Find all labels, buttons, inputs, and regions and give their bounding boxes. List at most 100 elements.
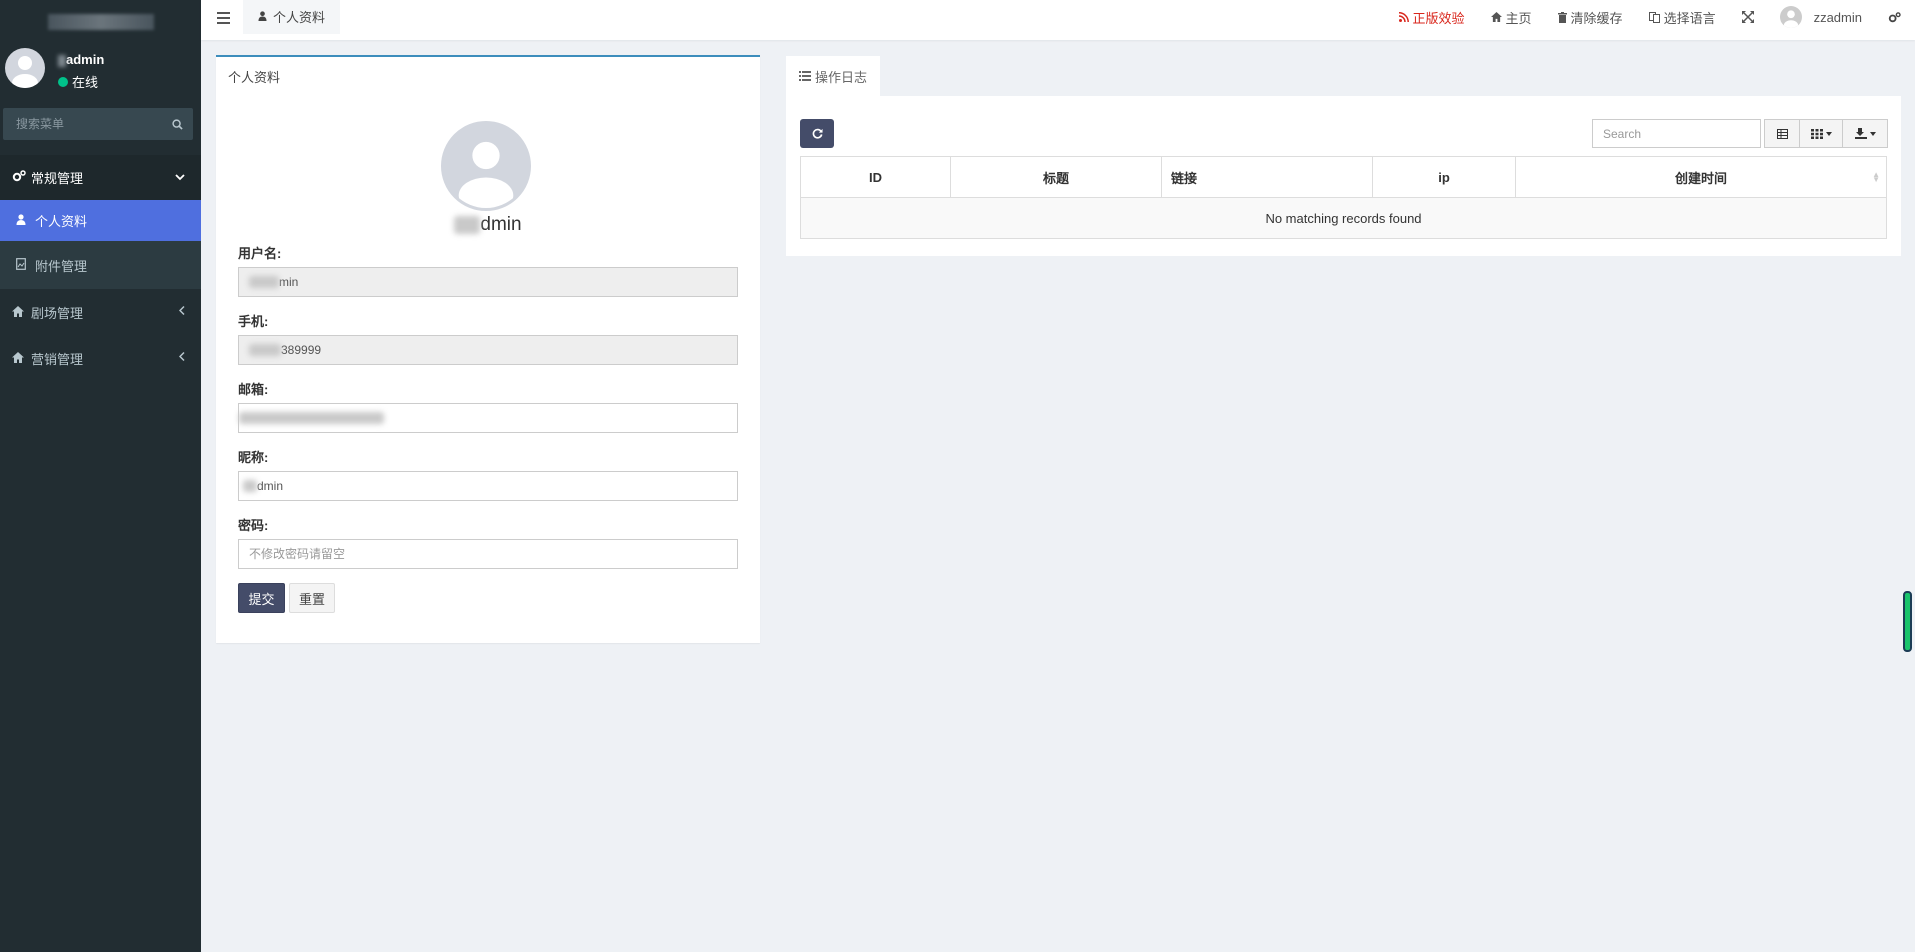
email-field: 邮箱: bbox=[238, 379, 738, 433]
online-dot-icon bbox=[58, 76, 68, 87]
operation-log-panel: 操作日志 ID 标题 链 bbox=[786, 56, 1901, 256]
sidebar-item-label: 剧场管理 bbox=[31, 305, 84, 321]
nickname-input[interactable]: dmin bbox=[238, 471, 738, 501]
password-input-wrap bbox=[238, 539, 738, 569]
profile-form: 用户名: min 手机: 389999 邮箱: 昵称: dmin 密码: 提交 … bbox=[238, 243, 738, 613]
file-image-icon bbox=[16, 257, 32, 273]
sidebar-item-label: 营销管理 bbox=[31, 351, 84, 367]
table-header-row: ID 标题 链接 ip 创建时间 ▲ ▼ bbox=[800, 156, 1887, 198]
toggle-view-button[interactable] bbox=[1764, 119, 1800, 148]
user-icon bbox=[16, 213, 32, 228]
sort-icon[interactable]: ▲ ▼ bbox=[1872, 171, 1880, 184]
avatar bbox=[1779, 6, 1802, 28]
table-icon bbox=[1776, 128, 1788, 139]
chevron-left-icon bbox=[178, 351, 185, 365]
tab-operation-log[interactable]: 操作日志 bbox=[786, 56, 880, 96]
column-header-ip[interactable]: ip bbox=[1372, 156, 1516, 198]
profile-avatar[interactable] bbox=[441, 121, 531, 211]
floating-scroll-indicator[interactable] bbox=[1903, 591, 1912, 652]
fullscreen-icon[interactable] bbox=[1741, 11, 1754, 23]
tab-label: 操作日志 bbox=[814, 69, 867, 85]
logo[interactable] bbox=[0, 0, 201, 44]
log-table: ID 标题 链接 ip 创建时间 ▲ ▼ No matching records … bbox=[800, 156, 1887, 239]
menu-search-input[interactable] bbox=[16, 117, 172, 131]
submit-button[interactable]: 提交 bbox=[238, 583, 285, 613]
home-label: 主页 bbox=[1505, 10, 1532, 26]
trash-icon bbox=[1557, 11, 1567, 23]
home-icon bbox=[12, 305, 28, 320]
username-field: 用户名: min bbox=[238, 243, 738, 297]
menu-toggle-icon[interactable] bbox=[217, 11, 230, 25]
column-header-label: 创建时间 bbox=[1674, 170, 1727, 186]
username-label: zzadmin bbox=[1813, 9, 1862, 25]
rss-icon bbox=[1398, 12, 1409, 22]
log-table-container: ID 标题 链接 ip 创建时间 ▲▼ No matching records … bbox=[786, 96, 1901, 256]
export-dropdown-button[interactable] bbox=[1842, 119, 1888, 148]
sidebar-item-attachments[interactable]: 附件管理 bbox=[0, 241, 201, 289]
password-input[interactable] bbox=[249, 547, 727, 561]
sidebar-item-marketing[interactable]: 营销管理 bbox=[0, 335, 201, 381]
column-header-id[interactable]: ID bbox=[800, 156, 951, 198]
profile-panel: 个人资料 dmin 用户名: min 手机: 389999 邮箱: 昵称: dm… bbox=[216, 55, 760, 643]
user-status: 在线 bbox=[58, 72, 98, 91]
email-label: 邮箱: bbox=[238, 382, 269, 397]
table-search bbox=[1592, 119, 1761, 148]
password-field: 密码: bbox=[238, 515, 738, 569]
home-link[interactable]: 主页 bbox=[1490, 8, 1532, 27]
column-header-createtime[interactable]: 创建时间 ▲ ▼ bbox=[1515, 156, 1887, 198]
sidebar-menu: 常规管理 个人资料 附件管理 剧场管理 营销管理 bbox=[0, 155, 201, 381]
columns-dropdown-button[interactable] bbox=[1799, 119, 1843, 148]
language-label: 选择语言 bbox=[1663, 10, 1716, 26]
password-label: 密码: bbox=[238, 518, 269, 533]
username-label: 用户名: bbox=[238, 246, 282, 261]
chevron-left-icon bbox=[178, 305, 185, 319]
form-buttons: 提交 重置 bbox=[238, 583, 738, 613]
tab-label: 个人资料 bbox=[273, 9, 326, 25]
columns-icon bbox=[1810, 128, 1823, 139]
top-navbar: 个人资料 正版效验 主页 清除缓存 选择语言 zzadmin bbox=[201, 0, 1915, 40]
phone-label: 手机: bbox=[238, 314, 269, 329]
sidebar-item-theater[interactable]: 剧场管理 bbox=[0, 289, 201, 335]
home-icon bbox=[12, 351, 28, 366]
table-toolbar bbox=[1764, 119, 1888, 148]
sidebar-item-label: 个人资料 bbox=[35, 214, 88, 229]
column-header-link[interactable]: 链接 bbox=[1161, 156, 1373, 198]
sidebar-item-label: 附件管理 bbox=[35, 258, 88, 274]
username-input: min bbox=[238, 267, 738, 297]
download-icon bbox=[1854, 128, 1867, 139]
panel-title: 个人资料 bbox=[228, 70, 281, 85]
list-icon bbox=[798, 71, 811, 81]
cogs-icon bbox=[12, 170, 28, 185]
empty-message: No matching records found bbox=[800, 197, 1887, 239]
sidebar: admin 在线 常规管理 个人资料 bbox=[0, 0, 201, 952]
user-icon bbox=[258, 11, 267, 21]
navbar-right: 正版效验 主页 清除缓存 选择语言 zzadmin bbox=[1398, 0, 1901, 34]
caret-down-icon bbox=[1869, 131, 1876, 136]
clear-cache-link[interactable]: 清除缓存 bbox=[1557, 8, 1623, 27]
refresh-button[interactable] bbox=[800, 119, 834, 148]
search-icon[interactable] bbox=[172, 118, 183, 130]
sidebar-item-profile[interactable]: 个人资料 bbox=[0, 200, 201, 241]
refresh-icon bbox=[812, 128, 823, 139]
table-row: No matching records found bbox=[800, 197, 1887, 239]
tab-profile[interactable]: 个人资料 bbox=[243, 0, 341, 34]
sidebar-item-general[interactable]: 常规管理 bbox=[0, 155, 201, 200]
chevron-down-icon bbox=[175, 172, 185, 184]
phone-field: 手机: 389999 bbox=[238, 311, 738, 365]
column-header-title[interactable]: 标题 bbox=[950, 156, 1162, 198]
reset-button[interactable]: 重置 bbox=[289, 583, 335, 613]
control-sidebar-cogs-icon[interactable] bbox=[1888, 11, 1901, 23]
menu-search bbox=[3, 108, 193, 140]
user-menu[interactable]: zzadmin bbox=[1779, 6, 1862, 28]
clear-cache-label: 清除缓存 bbox=[1570, 10, 1623, 26]
email-input[interactable] bbox=[238, 403, 738, 433]
verify-link[interactable]: 正版效验 bbox=[1398, 8, 1465, 27]
table-search-input[interactable] bbox=[1603, 126, 1750, 141]
caret-down-icon bbox=[1825, 131, 1832, 136]
user-avatar bbox=[5, 48, 45, 88]
language-icon bbox=[1648, 11, 1660, 23]
sidebar-item-label: 常规管理 bbox=[31, 171, 84, 186]
phone-input: 389999 bbox=[238, 335, 738, 365]
verify-label: 正版效验 bbox=[1412, 10, 1465, 26]
language-link[interactable]: 选择语言 bbox=[1648, 8, 1716, 27]
